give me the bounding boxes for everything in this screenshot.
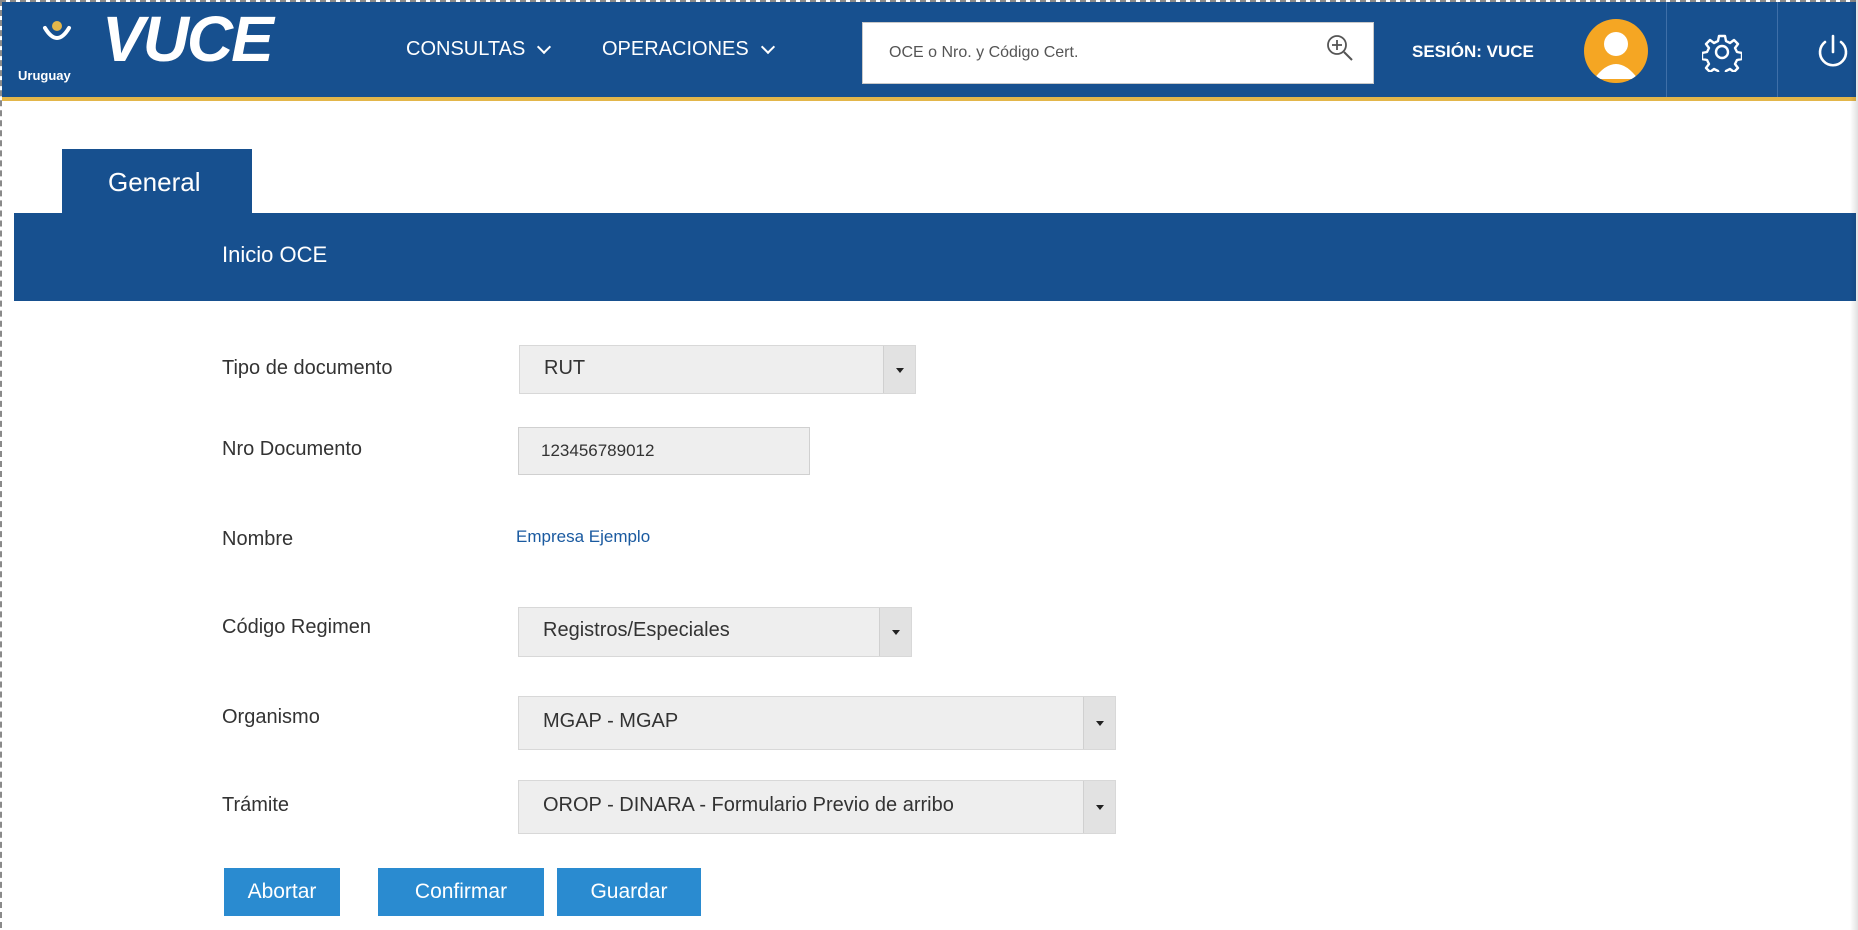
search-box [862, 22, 1374, 84]
confirmar-button[interactable]: Confirmar [378, 868, 544, 916]
nav-operaciones-label: OPERACIONES [602, 38, 749, 60]
nro-documento-label: Nro Documento [222, 438, 363, 460]
nav-operaciones[interactable]: OPERACIONES [602, 38, 775, 61]
tramite-label: Trámite [222, 794, 290, 816]
nro-documento-field[interactable] [518, 427, 810, 475]
tipo-documento-label: Tipo de documento [222, 357, 393, 379]
codigo-regimen-value: Registros/Especiales [543, 619, 730, 641]
zoom-in-icon[interactable] [1325, 33, 1355, 63]
user-silhouette-icon [1594, 32, 1638, 79]
nombre-label: Nombre [222, 528, 294, 550]
nav-consultas-label: CONSULTAS [406, 38, 526, 60]
window-edge-shadow [1850, 0, 1858, 930]
tab-general[interactable]: General [62, 149, 252, 213]
header-divider [1666, 2, 1667, 97]
power-icon[interactable] [1814, 32, 1852, 72]
tipo-documento-select[interactable]: RUT [519, 345, 916, 394]
tramite-select[interactable]: OROP - DINARA - Formulario Previo de arr… [518, 780, 1116, 834]
organismo-select[interactable]: MGAP - MGAP [518, 696, 1116, 750]
dropdown-arrow-icon [1083, 781, 1115, 833]
abortar-button[interactable]: Abortar [224, 868, 340, 916]
gear-icon[interactable] [1702, 32, 1742, 72]
user-avatar-icon[interactable] [1584, 19, 1648, 83]
codigo-regimen-label: Código Regimen [222, 616, 371, 638]
organismo-label: Organismo [222, 706, 320, 728]
codigo-regimen-select[interactable]: Registros/Especiales [518, 607, 912, 657]
section-title: Inicio OCE [222, 242, 328, 267]
tipo-documento-value: RUT [544, 357, 586, 379]
vuce-logo[interactable]: Uruguay VUCE [12, 3, 312, 92]
organismo-value: MGAP - MGAP [543, 710, 679, 732]
logo-wordmark: VUCE [102, 3, 274, 75]
page-frame: Uruguay VUCE CONSULTAS OPERACIONES SESIÓ… [0, 0, 1856, 928]
top-navigation-bar: Uruguay VUCE CONSULTAS OPERACIONES SESIÓ… [2, 2, 1856, 101]
dropdown-arrow-icon [879, 608, 911, 656]
guardar-button[interactable]: Guardar [557, 868, 701, 916]
section-header: Inicio OCE [14, 213, 1856, 301]
tramite-value: OROP - DINARA - Formulario Previo de arr… [543, 794, 954, 816]
session-label: SESIÓN: VUCE [1412, 42, 1534, 61]
chevron-down-icon [537, 39, 552, 54]
search-input[interactable] [863, 23, 1303, 83]
nombre-value: Empresa Ejemplo [516, 527, 651, 546]
nav-consultas[interactable]: CONSULTAS [406, 38, 552, 61]
dropdown-arrow-icon [1083, 697, 1115, 749]
logo-country-label: Uruguay [18, 68, 71, 83]
header-divider [1777, 2, 1778, 97]
sun-emblem-icon [43, 21, 71, 40]
chevron-down-icon [760, 39, 775, 54]
dropdown-arrow-icon [883, 346, 915, 393]
